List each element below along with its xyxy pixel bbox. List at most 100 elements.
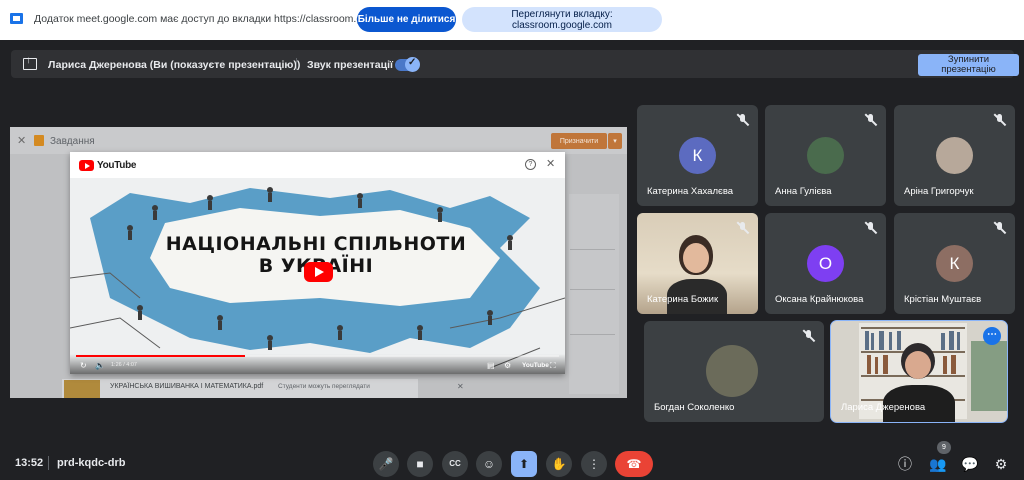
avatar — [706, 345, 758, 397]
attachment-thumbnail — [64, 380, 100, 398]
more-options-button[interactable]: ⋮ — [581, 451, 607, 477]
tab-share-icon — [10, 13, 23, 24]
participant-tile[interactable]: К Крістіан Муштаєв — [894, 213, 1015, 314]
replay-icon: ↻ — [80, 361, 87, 370]
settings-gear-icon: ⚙ — [504, 361, 512, 370]
stop-sharing-button[interactable]: Більше не ділитися — [357, 7, 456, 32]
youtube-logo-text: YouTube — [97, 160, 137, 171]
microphone-icon: 🎤 — [378, 457, 394, 471]
close-icon: ✕ — [546, 158, 556, 170]
classroom-title: Завдання — [50, 136, 95, 147]
captions-icon: CC — [449, 459, 461, 468]
mic-off-icon — [736, 113, 750, 127]
presentation-sound-toggle[interactable] — [395, 57, 420, 72]
meeting-code: prd-kqdc-drb — [57, 457, 126, 469]
participant-name: Лариса Джеренова — [841, 402, 926, 413]
present-screen-icon: ⬆ — [518, 457, 530, 471]
share-message: Додаток meet.google.com має доступ до вк… — [34, 13, 411, 25]
participant-tile[interactable]: Богдан Соколенко — [644, 321, 824, 422]
close-icon: ✕ — [457, 382, 464, 391]
classroom-sidebar — [569, 194, 619, 394]
activities-icon[interactable]: ⚙ — [993, 456, 1009, 472]
participant-name: Катерина Божик — [647, 294, 719, 305]
presenting-bar: Лариса Джеренова (Ви (показуєте презента… — [11, 50, 1019, 78]
video-time: 1:26 / 4:07 — [111, 362, 137, 368]
mic-off-icon — [993, 113, 1007, 127]
attachment-name: УКРАЇНСЬКА ВИШИВАНКА І МАТЕМАТИКА.pdf — [110, 383, 264, 390]
share-banner: Додаток meet.google.com має доступ до вк… — [0, 0, 1024, 40]
video-controls: ↻ 🔈 1:26 / 4:07 ▤ ⚙ YouTube ⛶ — [70, 354, 565, 374]
participant-face — [683, 243, 709, 273]
microphone-button[interactable]: 🎤 — [373, 451, 399, 477]
participant-tile-self[interactable]: ⋯ Лариса Джеренова — [830, 320, 1008, 423]
participant-name: Аріна Григорчук — [904, 186, 974, 197]
people-icon[interactable]: 👥 — [929, 456, 946, 472]
avatar — [936, 137, 973, 174]
presenter-label: Лариса Джеренова (Ви (показуєте презента… — [48, 59, 301, 71]
fullscreen-icon: ⛶ — [550, 361, 556, 370]
view-tab-button[interactable]: Переглянути вкладку: classroom.google.co… — [462, 7, 662, 32]
hangup-icon: ☎ — [626, 457, 642, 471]
participant-name: Крістіан Муштаєв — [904, 294, 982, 305]
participant-name: Оксана Крайнюкова — [775, 294, 864, 305]
toggle-knob-icon — [405, 57, 420, 72]
mic-off-icon — [736, 221, 750, 235]
help-icon: ? — [525, 159, 536, 170]
avatar — [807, 137, 844, 174]
stop-presenting-button[interactable]: Зупинити презентацію — [918, 54, 1019, 76]
classroom-header: ✕ Завдання Призначити ▾ — [10, 127, 627, 154]
reactions-button[interactable]: ☺ — [476, 451, 502, 477]
mic-off-icon — [993, 221, 1007, 235]
mic-off-icon — [864, 113, 878, 127]
participant-tile[interactable]: О Оксана Крайнюкова — [765, 213, 886, 314]
mic-off-icon — [802, 329, 816, 343]
mic-off-icon — [864, 221, 878, 235]
chat-icon[interactable]: 💬 — [961, 456, 978, 472]
video-frame: НАЦІОНАЛЬНІ СПІЛЬНОТИ В УКРАЇНІ ↻ 🔈 1:26… — [70, 178, 565, 374]
assign-button: Призначити — [551, 133, 607, 149]
participant-name: Катерина Хахалєва — [647, 186, 734, 197]
video-headline-line1: НАЦІОНАЛЬНІ СПІЛЬНОТИ — [165, 233, 467, 255]
leave-call-button[interactable]: ☎ — [615, 451, 653, 477]
participant-name: Богдан Соколенко — [654, 402, 735, 413]
present-button[interactable]: ⬆ — [511, 451, 537, 477]
divider — [48, 456, 49, 470]
participant-tile[interactable]: Аріна Григорчук — [894, 105, 1015, 206]
play-button-icon — [304, 262, 333, 282]
participant-count-badge: 9 — [937, 441, 951, 454]
more-vert-icon: ⋮ — [588, 457, 600, 471]
chevron-down-icon: ▾ — [608, 133, 622, 149]
camera-button[interactable]: ■ — [407, 451, 433, 477]
subtitles-icon: ▤ — [487, 361, 495, 370]
progress-bar — [76, 355, 559, 357]
participant-face — [905, 351, 931, 379]
close-icon: ✕ — [17, 135, 27, 147]
participant-tile[interactable]: Анна Гулієва — [765, 105, 886, 206]
meeting-details-icon[interactable]: ⓘ — [897, 456, 913, 472]
raise-hand-button[interactable]: ✋ — [546, 451, 572, 477]
camera-icon: ■ — [416, 457, 424, 471]
divider — [296, 58, 297, 70]
present-screen-icon — [23, 55, 37, 70]
youtube-brand: YouTube — [522, 362, 549, 369]
meeting-clock: 13:52 — [15, 457, 44, 469]
divider — [570, 289, 615, 290]
avatar: К — [936, 245, 973, 282]
assignment-icon — [34, 135, 44, 146]
avatar: О — [807, 245, 844, 282]
hand-icon: ✋ — [551, 457, 567, 471]
divider — [570, 334, 615, 335]
participant-tile[interactable]: Катерина Божик — [637, 213, 758, 314]
participant-name: Анна Гулієва — [775, 186, 832, 197]
presentation-sound-label: Звук презентації — [307, 59, 393, 71]
youtube-player: YouTube ? ✕ НАЦІОНАЛЬНІ СПІЛЬНОТИ В ↻ 🔈 … — [70, 152, 565, 374]
presented-screen: ✕ Завдання Призначити ▾ УКРАЇНСЬКА ВИШИВ… — [10, 127, 627, 398]
divider — [570, 249, 615, 250]
more-options-icon[interactable]: ⋯ — [983, 327, 1001, 345]
participant-tile[interactable]: К Катерина Хахалєва — [637, 105, 758, 206]
volume-icon: 🔈 — [95, 361, 105, 370]
captions-button[interactable]: CC — [442, 451, 468, 477]
attachment-row: УКРАЇНСЬКА ВИШИВАНКА І МАТЕМАТИКА.pdf Ст… — [62, 379, 464, 398]
emoji-icon: ☺ — [482, 457, 496, 471]
attachment-permission: Студенти можуть переглядати — [278, 383, 370, 390]
